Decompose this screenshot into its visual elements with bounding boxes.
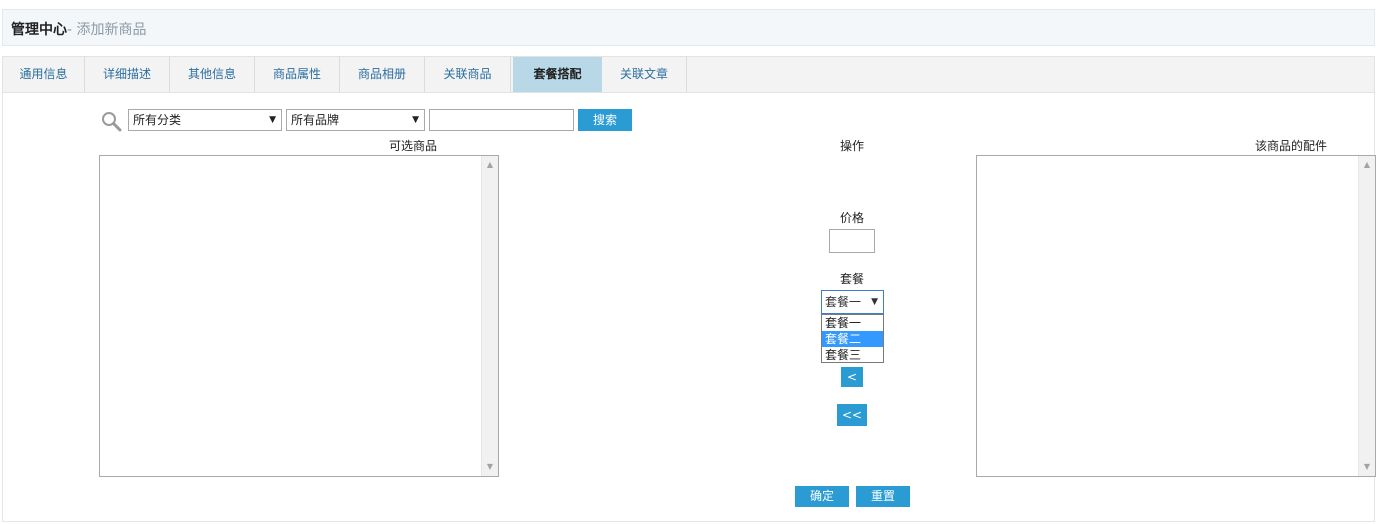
tab-detail-description[interactable]: 详细描述 [85, 57, 170, 92]
package-label: 套餐 [839, 272, 864, 286]
price-input[interactable] [829, 229, 875, 253]
confirm-button[interactable]: 确定 [795, 486, 849, 507]
price-label: 价格 [839, 211, 864, 225]
tab-general-info[interactable]: 通用信息 [3, 57, 85, 92]
scroll-down-icon[interactable]: ▼ [482, 460, 498, 474]
chevron-down-icon: ▼ [269, 115, 276, 125]
tab-linked-products[interactable]: 关联商品 [425, 57, 511, 92]
tab-linked-articles[interactable]: 关联文章 [602, 57, 687, 92]
scroll-up-icon[interactable]: ▲ [482, 158, 498, 172]
page-subtitle: - 添加新商品 [67, 22, 147, 38]
page: 管理中心- 添加新商品 通用信息 详细描述 其他信息 商品属性 商品相册 关联商… [0, 0, 1377, 524]
accessories-header: 该商品的配件 [1254, 139, 1327, 153]
scroll-up-icon[interactable]: ▲ [1359, 158, 1375, 172]
package-option[interactable]: 套餐三 [822, 347, 883, 363]
page-title: 管理中心- 添加新商品 [11, 19, 147, 39]
package-option-highlighted[interactable]: 套餐二 [822, 331, 883, 347]
category-select[interactable]: 所有分类 ▼ [128, 109, 282, 131]
tab-product-attributes[interactable]: 商品属性 [255, 57, 340, 92]
chevron-down-icon: ▼ [871, 297, 878, 307]
package-options-list: 套餐一 套餐二 套餐三 [821, 314, 884, 363]
page-title-text: 管理中心 [11, 22, 67, 38]
chevron-down-icon: ▼ [412, 115, 419, 125]
remove-all-button[interactable]: << [837, 404, 867, 426]
brand-select-value: 所有品牌 [291, 113, 340, 127]
available-products-header: 可选商品 [388, 139, 437, 153]
brand-select[interactable]: 所有品牌 ▼ [286, 109, 425, 131]
operation-header: 操作 [839, 139, 864, 153]
tab-bar: 通用信息 详细描述 其他信息 商品属性 商品相册 关联商品 套餐搭配 关联文章 [2, 56, 1375, 93]
tab-other-info[interactable]: 其他信息 [170, 57, 255, 92]
package-select[interactable]: 套餐一 ▼ [821, 290, 884, 314]
category-select-value: 所有分类 [133, 113, 182, 127]
tab-product-gallery[interactable]: 商品相册 [340, 57, 425, 92]
remove-one-button[interactable]: < [841, 367, 863, 387]
search-icon [102, 112, 122, 132]
available-products-list[interactable]: ▲ ▼ [99, 155, 499, 477]
keyword-input[interactable] [429, 109, 574, 131]
scrollbar[interactable]: ▲ ▼ [481, 156, 498, 476]
scroll-down-icon[interactable]: ▼ [1359, 460, 1375, 474]
package-select-value: 套餐一 [825, 295, 862, 309]
reset-button[interactable]: 重置 [856, 486, 910, 507]
tab-package-combo[interactable]: 套餐搭配 [513, 57, 602, 92]
page-header: 管理中心- 添加新商品 [2, 9, 1375, 46]
search-button[interactable]: 搜索 [578, 109, 632, 131]
accessories-list[interactable]: ▲ ▼ [976, 155, 1376, 477]
scrollbar[interactable]: ▲ ▼ [1358, 156, 1375, 476]
package-option[interactable]: 套餐一 [822, 315, 883, 331]
